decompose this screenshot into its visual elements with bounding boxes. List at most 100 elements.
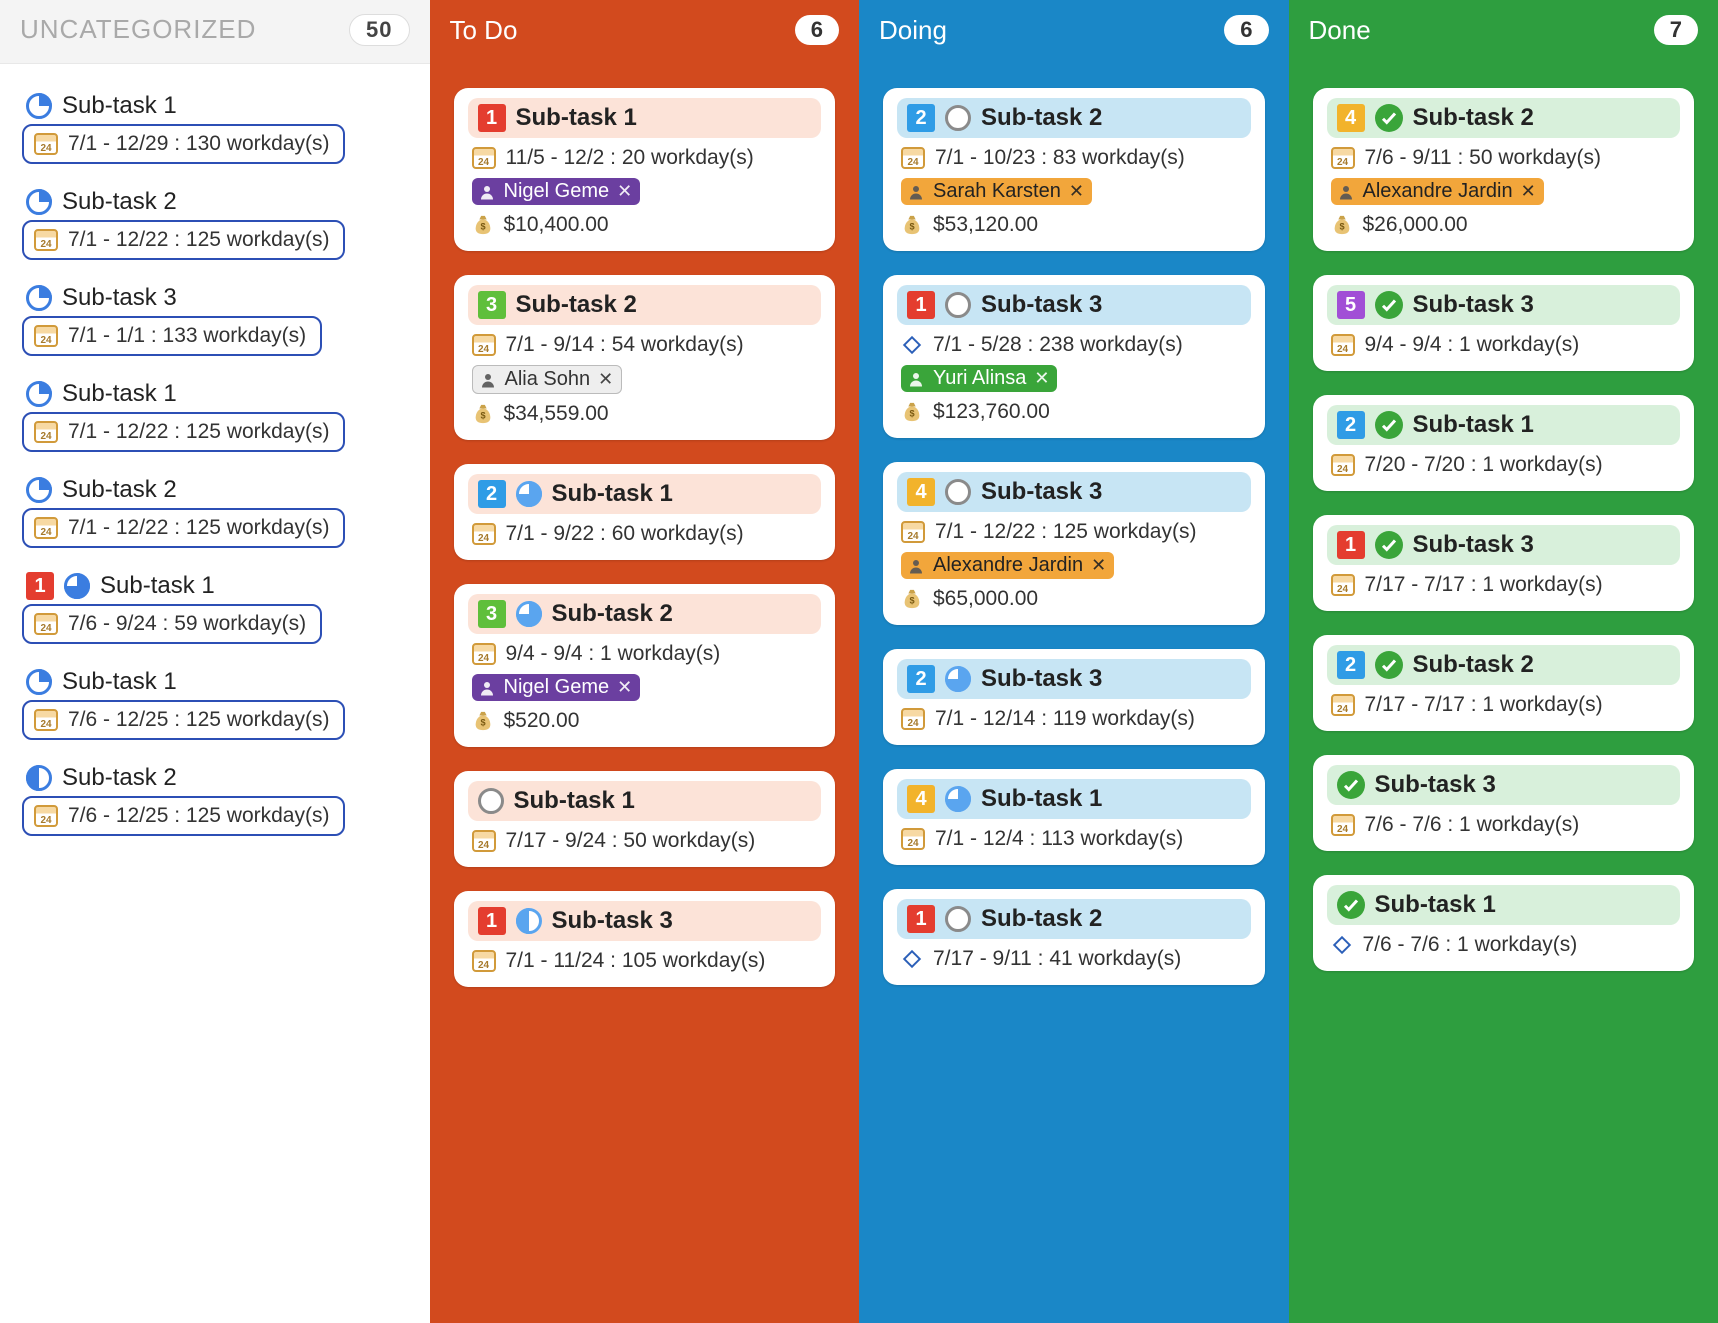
column-header: To Do 6	[430, 0, 860, 64]
task-title: Sub-task 2	[516, 291, 637, 319]
task-card[interactable]: 1Sub-task 3 7/1 - 5/28 : 238 workday(s) …	[883, 275, 1265, 438]
date-range-row: 7/1 - 12/14 : 119 workday(s)	[897, 707, 1251, 731]
assignee-name: Nigel Geme	[504, 676, 610, 699]
task-title: Sub-task 1	[1375, 891, 1496, 919]
task-card[interactable]: 1Sub-task 3 7/1 - 11/24 : 105 workday(s)	[454, 891, 836, 987]
task-title: Sub-task 3	[62, 284, 177, 312]
remove-tag-icon[interactable]: ✕	[1034, 368, 1049, 389]
date-range-text: 7/1 - 5/28 : 238 workday(s)	[933, 333, 1183, 357]
date-range-text: 7/6 - 7/6 : 1 workday(s)	[1363, 933, 1578, 957]
remove-tag-icon[interactable]: ✕	[1521, 181, 1536, 202]
task-card[interactable]: 2Sub-task 2 7/1 - 10/23 : 83 workday(s) …	[883, 88, 1265, 251]
task-card[interactable]: Sub-task 3 7/6 - 7/6 : 1 workday(s)	[1313, 755, 1695, 851]
task-card[interactable]: 2Sub-task 2 7/17 - 7/17 : 1 workday(s)	[1313, 635, 1695, 731]
task-card[interactable]: 1 Sub-task 1 7/6 - 9/24 : 59 workday(s)	[22, 572, 408, 658]
priority-badge: 4	[1337, 104, 1365, 132]
task-title: Sub-task 1	[1413, 411, 1534, 439]
card-header: 2Sub-task 2	[897, 98, 1251, 138]
date-range-text: 7/1 - 12/22 : 125 workday(s)	[68, 420, 329, 444]
assignee-tag[interactable]: Nigel Geme ✕	[472, 178, 641, 205]
assignee-name: Nigel Geme	[504, 180, 610, 203]
calendar-icon	[901, 521, 925, 543]
date-range-text: 7/1 - 10/23 : 83 workday(s)	[935, 146, 1185, 170]
remove-tag-icon[interactable]: ✕	[598, 369, 613, 390]
person-icon	[907, 557, 925, 575]
task-card[interactable]: 4Sub-task 1 7/1 - 12/4 : 113 workday(s)	[883, 769, 1265, 865]
column-header: UNCATEGORIZED 50	[0, 0, 430, 64]
calendar-icon	[1331, 574, 1355, 596]
task-card[interactable]: 4Sub-task 3 7/1 - 12/22 : 125 workday(s)…	[883, 462, 1265, 625]
progress-pie-icon	[64, 573, 90, 599]
task-card[interactable]: 2Sub-task 1 7/1 - 9/22 : 60 workday(s)	[454, 464, 836, 560]
column-count: 7	[1654, 15, 1698, 45]
date-range-pill[interactable]: 7/6 - 12/25 : 125 workday(s)	[22, 796, 345, 836]
assignee-tag[interactable]: Alia Sohn✕	[472, 365, 623, 394]
card-header: 2Sub-task 1	[468, 474, 822, 514]
date-range-pill[interactable]: 7/1 - 1/1 : 133 workday(s)	[22, 316, 322, 356]
task-card[interactable]: Sub-task 1 7/17 - 9/24 : 50 workday(s)	[454, 771, 836, 867]
priority-badge: 3	[478, 291, 506, 319]
date-range-pill[interactable]: 7/6 - 9/24 : 59 workday(s)	[22, 604, 322, 644]
date-range-text: 9/4 - 9/4 : 1 workday(s)	[1365, 333, 1580, 357]
remove-tag-icon[interactable]: ✕	[617, 181, 632, 202]
task-title: Sub-task 2	[62, 476, 177, 504]
assignee-tag[interactable]: Alexandre Jardin✕	[1331, 178, 1544, 205]
task-card[interactable]: 4Sub-task 2 7/6 - 9/11 : 50 workday(s) A…	[1313, 88, 1695, 251]
task-card[interactable]: Sub-task 1 7/6 - 12/25 : 125 workday(s)	[22, 668, 408, 754]
date-range-text: 7/1 - 12/22 : 125 workday(s)	[68, 516, 329, 540]
column-count: 50	[349, 14, 409, 46]
empty-circle-icon	[945, 906, 971, 932]
task-card[interactable]: 1Sub-task 2 7/17 - 9/11 : 41 workday(s)	[883, 889, 1265, 985]
task-card[interactable]: 1Sub-task 3 7/17 - 7/17 : 1 workday(s)	[1313, 515, 1695, 611]
cost-value: $53,120.00	[933, 213, 1038, 237]
person-icon	[478, 183, 496, 201]
progress-pie-icon	[26, 189, 52, 215]
task-title: Sub-task 2	[62, 764, 177, 792]
card-header: 2Sub-task 2	[1327, 645, 1681, 685]
date-range-pill[interactable]: 7/1 - 12/22 : 125 workday(s)	[22, 508, 345, 548]
svg-text:$: $	[909, 409, 914, 419]
task-card[interactable]: 5 Sub-task 3 9/4 - 9/4 : 1 workday(s)	[1313, 275, 1695, 371]
task-card[interactable]: 2Sub-task 3 7/1 - 12/14 : 119 workday(s)	[883, 649, 1265, 745]
column-body: 2Sub-task 2 7/1 - 10/23 : 83 workday(s) …	[859, 64, 1289, 993]
milestone-icon	[1331, 934, 1353, 956]
date-range-pill[interactable]: 7/6 - 12/25 : 125 workday(s)	[22, 700, 345, 740]
remove-tag-icon[interactable]: ✕	[1069, 181, 1084, 202]
task-card[interactable]: Sub-task 1 7/1 - 12/22 : 125 workday(s)	[22, 380, 408, 466]
date-range-pill[interactable]: 7/1 - 12/29 : 130 workday(s)	[22, 124, 345, 164]
assignee-tag[interactable]: Yuri Alinsa✕	[901, 365, 1057, 392]
priority-badge: 5	[1337, 291, 1365, 319]
date-range-text: 7/1 - 1/1 : 133 workday(s)	[68, 324, 306, 348]
person-icon	[907, 370, 925, 388]
task-card[interactable]: Sub-task 1 7/1 - 12/29 : 130 workday(s)	[22, 92, 408, 178]
task-card[interactable]: Sub-task 2 7/6 - 12/25 : 125 workday(s)	[22, 764, 408, 850]
milestone-icon	[901, 334, 923, 356]
task-card[interactable]: 3Sub-task 2 9/4 - 9/4 : 1 workday(s) Nig…	[454, 584, 836, 747]
task-title: Sub-task 1	[516, 104, 637, 132]
priority-badge: 2	[478, 480, 506, 508]
task-title: Sub-task 3	[1413, 291, 1534, 319]
remove-tag-icon[interactable]: ✕	[617, 677, 632, 698]
progress-pie-icon	[26, 93, 52, 119]
priority-badge: 4	[907, 785, 935, 813]
task-card[interactable]: Sub-task 2 7/1 - 12/22 : 125 workday(s)	[22, 188, 408, 274]
date-range-row: 7/6 - 7/6 : 1 workday(s)	[1327, 933, 1681, 957]
assignee-tag[interactable]: Sarah Karsten✕	[901, 178, 1092, 205]
task-card[interactable]: 3Sub-task 2 7/1 - 9/14 : 54 workday(s) A…	[454, 275, 836, 440]
task-title: Sub-task 3	[981, 478, 1102, 506]
date-range-pill[interactable]: 7/1 - 12/22 : 125 workday(s)	[22, 220, 345, 260]
calendar-icon	[34, 517, 58, 539]
money-bag-icon: $	[472, 710, 494, 732]
date-range-pill[interactable]: 7/1 - 12/22 : 125 workday(s)	[22, 412, 345, 452]
assignee-tag[interactable]: Alexandre Jardin✕	[901, 552, 1114, 579]
task-card[interactable]: Sub-task 3 7/1 - 1/1 : 133 workday(s)	[22, 284, 408, 370]
task-card[interactable]: 2Sub-task 1 7/20 - 7/20 : 1 workday(s)	[1313, 395, 1695, 491]
task-card[interactable]: 1Sub-task 1 11/5 - 12/2 : 20 workday(s) …	[454, 88, 836, 251]
task-card[interactable]: Sub-task 2 7/1 - 12/22 : 125 workday(s)	[22, 476, 408, 562]
money-bag-icon: $	[472, 214, 494, 236]
priority-badge: 1	[26, 572, 54, 600]
remove-tag-icon[interactable]: ✕	[1091, 555, 1106, 576]
assignee-tag[interactable]: Nigel Geme ✕	[472, 674, 641, 701]
card-header: Sub-task 3	[1327, 765, 1681, 805]
task-card[interactable]: Sub-task 1 7/6 - 7/6 : 1 workday(s)	[1313, 875, 1695, 971]
